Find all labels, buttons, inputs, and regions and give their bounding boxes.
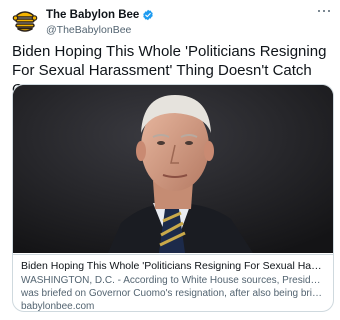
- photo-of-joe-biden: [13, 85, 333, 253]
- more-options-icon[interactable]: [316, 4, 332, 16]
- card-domain[interactable]: babylonbee.com: [21, 301, 94, 311]
- card-description-line: WASHINGTON, D.C. - According to White Ho…: [21, 275, 325, 286]
- account-name-row[interactable]: The Babylon Bee: [46, 9, 154, 21]
- card-image[interactable]: [13, 85, 333, 253]
- card-description-line: was briefed on Governor Cuomo's resignat…: [21, 287, 325, 299]
- account-handle[interactable]: @TheBabylonBee: [46, 24, 131, 36]
- link-card[interactable]: Biden Hoping This Whole 'Politicians Res…: [12, 84, 334, 312]
- verified-badge-icon: [143, 9, 154, 21]
- more-dot: [328, 10, 331, 13]
- tweet[interactable]: The Babylon Bee @TheBabylonBee Biden Hop…: [0, 0, 340, 320]
- card-title[interactable]: Biden Hoping This Whole 'Politicians Res…: [21, 260, 325, 272]
- card-text[interactable]: Biden Hoping This Whole 'Politicians Res…: [13, 254, 333, 311]
- card-description: WASHINGTON, D.C. - According to White Ho…: [21, 275, 325, 300]
- more-dot: [318, 10, 321, 13]
- more-dot: [323, 10, 326, 13]
- display-name[interactable]: The Babylon Bee: [46, 9, 139, 21]
- babylon-bee-avatar[interactable]: [12, 8, 38, 34]
- babylon-bee-logo-icon: [12, 11, 38, 32]
